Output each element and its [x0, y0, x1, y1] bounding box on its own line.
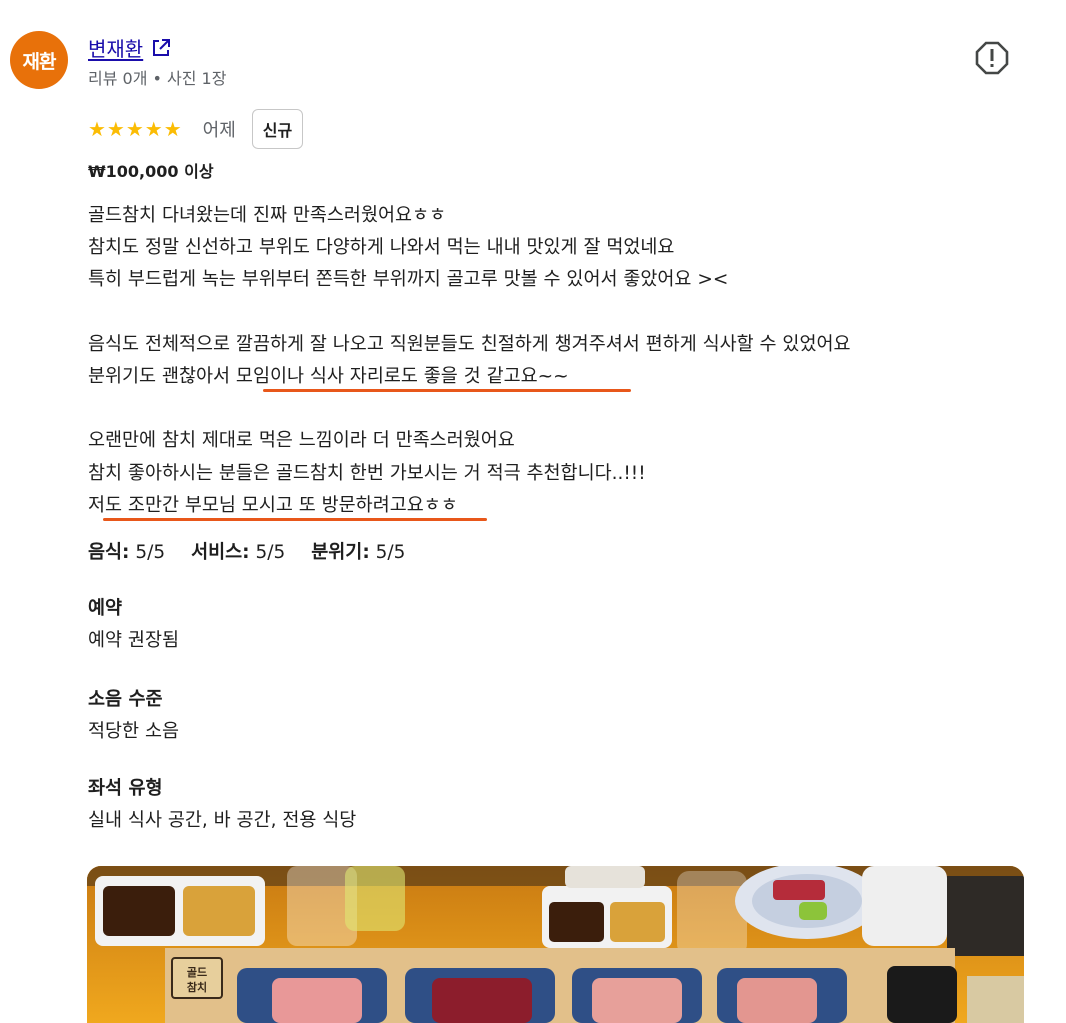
highlight-underline	[103, 518, 487, 521]
review-line: 오랜만에 참치 제대로 먹은 느낌이라 더 만족스러웠어요	[88, 430, 515, 452]
author-header: 변재환	[88, 33, 171, 62]
section-title: 좌석 유형	[88, 778, 163, 799]
avatar[interactable]: 재환	[10, 31, 68, 89]
external-link-icon[interactable]	[151, 38, 171, 58]
section-title: 예약	[88, 598, 123, 619]
highlight-underline	[263, 389, 631, 392]
score-service: 서비스: 5/5	[191, 542, 286, 563]
star-rating: ★★★★★	[88, 117, 183, 141]
review-line	[88, 297, 1048, 329]
score-row: 음식: 5/5 서비스: 5/5 분위기: 5/5	[88, 538, 405, 564]
new-badge: 신규	[251, 109, 304, 149]
review-line: 골드참치 다녀왔는데 진짜 만족스러웠어요ㅎㅎ	[88, 205, 447, 226]
review-line: 참치도 정말 신선하고 부위도 다양하게 나와서 먹는 내내 맛있게 잘 먹었네…	[88, 237, 675, 259]
score-atmosphere: 분위기: 5/5	[311, 542, 406, 563]
author-name-link[interactable]: 변재환	[88, 33, 143, 62]
section-value: 실내 식사 공간, 바 공간, 전용 식당	[88, 810, 357, 831]
review-photo[interactable]: 골드 참치	[87, 866, 1024, 1023]
section-value: 예약 권장됨	[88, 630, 179, 651]
review-line: 특히 부드럽게 녹는 부위부터 쫀득한 부위까지 골고루 맛볼 수 있어서 좋았…	[88, 269, 729, 291]
rating-row: ★★★★★ 어제 신규	[88, 109, 304, 149]
reservation-section: 예약 예약 권장됨	[88, 594, 179, 652]
review-line: 참치 좋아하시는 분들은 골드참치 한번 가보시는 거 적극 추천합니다..!!…	[88, 462, 646, 484]
tray-logo: 골드	[187, 966, 207, 979]
price-range: ₩100,000 이상	[88, 162, 214, 181]
score-food: 음식: 5/5	[88, 542, 166, 563]
noise-section: 소음 수준 적당한 소음	[88, 685, 179, 743]
seating-section: 좌석 유형 실내 식사 공간, 바 공간, 전용 식당	[88, 774, 356, 832]
section-title: 소음 수준	[88, 689, 163, 710]
svg-text:참치: 참치	[187, 980, 207, 994]
author-meta: 리뷰 0개 • 사진 1장	[88, 69, 227, 88]
review-date: 어제	[202, 120, 236, 141]
review-line	[88, 393, 1048, 425]
review-line: 음식도 전체적으로 깔끔하게 잘 나오고 직원분들도 친절하게 챙겨주셔서 편하…	[88, 333, 851, 355]
review-text: 골드참치 다녀왔는데 진짜 만족스러웠어요ㅎㅎ 참치도 정말 신선하고 부위도 …	[88, 200, 1048, 522]
section-value: 적당한 소음	[88, 721, 179, 742]
report-icon[interactable]	[975, 41, 1009, 75]
